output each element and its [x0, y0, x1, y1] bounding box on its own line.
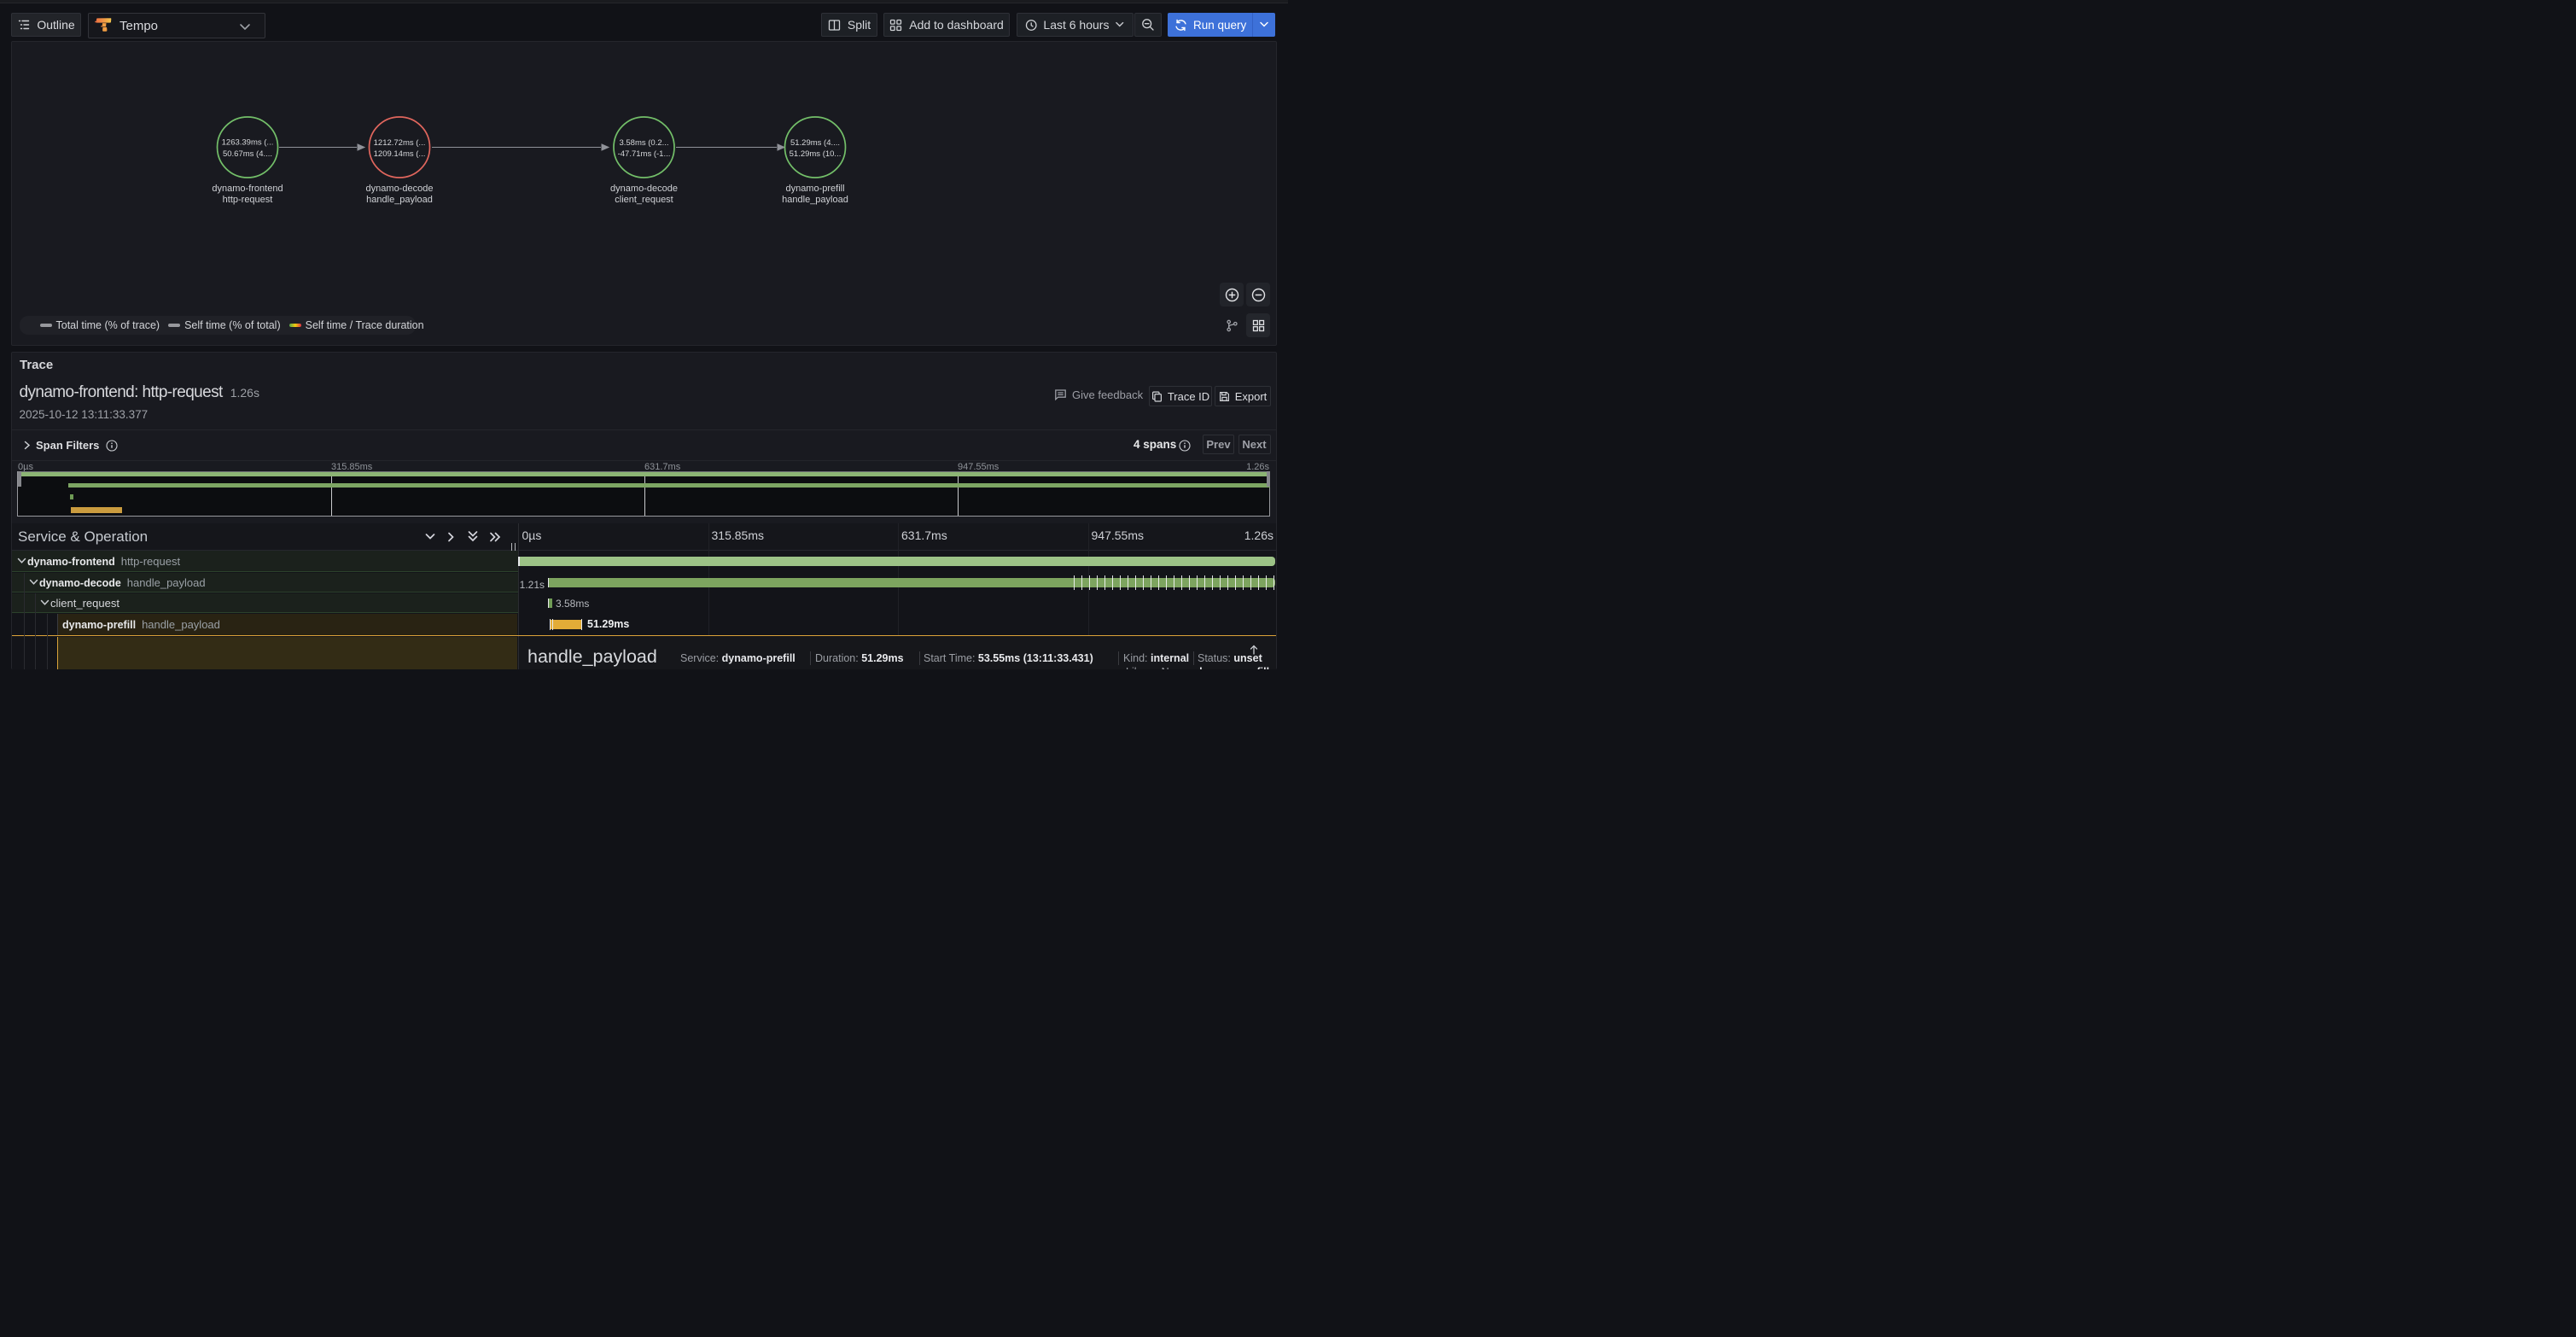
- svg-text:51.29ms (4....: 51.29ms (4....: [790, 138, 840, 148]
- svg-text:dynamo-prefill: dynamo-prefill: [785, 184, 844, 194]
- svg-text:-47.71ms (-1...: -47.71ms (-1...: [618, 149, 671, 159]
- svg-text:handle_payload: handle_payload: [782, 195, 848, 205]
- svg-text:handle_payload: handle_payload: [366, 195, 433, 205]
- svg-text:dynamo-decode: dynamo-decode: [366, 184, 434, 194]
- svg-text:3.58ms (0.2...: 3.58ms (0.2...: [619, 138, 668, 148]
- svg-text:51.29ms (10...: 51.29ms (10...: [790, 149, 842, 159]
- svg-text:1209.14ms (...: 1209.14ms (...: [374, 149, 426, 159]
- svg-text:1263.39ms (...: 1263.39ms (...: [222, 138, 274, 148]
- svg-text:50.67ms (4....: 50.67ms (4....: [223, 149, 272, 159]
- svg-text:1212.72ms (...: 1212.72ms (...: [374, 138, 426, 148]
- svg-text:dynamo-frontend: dynamo-frontend: [212, 184, 283, 194]
- svg-text:http-request: http-request: [223, 195, 273, 205]
- svg-text:dynamo-decode: dynamo-decode: [610, 184, 678, 194]
- svg-text:client_request: client_request: [615, 195, 673, 205]
